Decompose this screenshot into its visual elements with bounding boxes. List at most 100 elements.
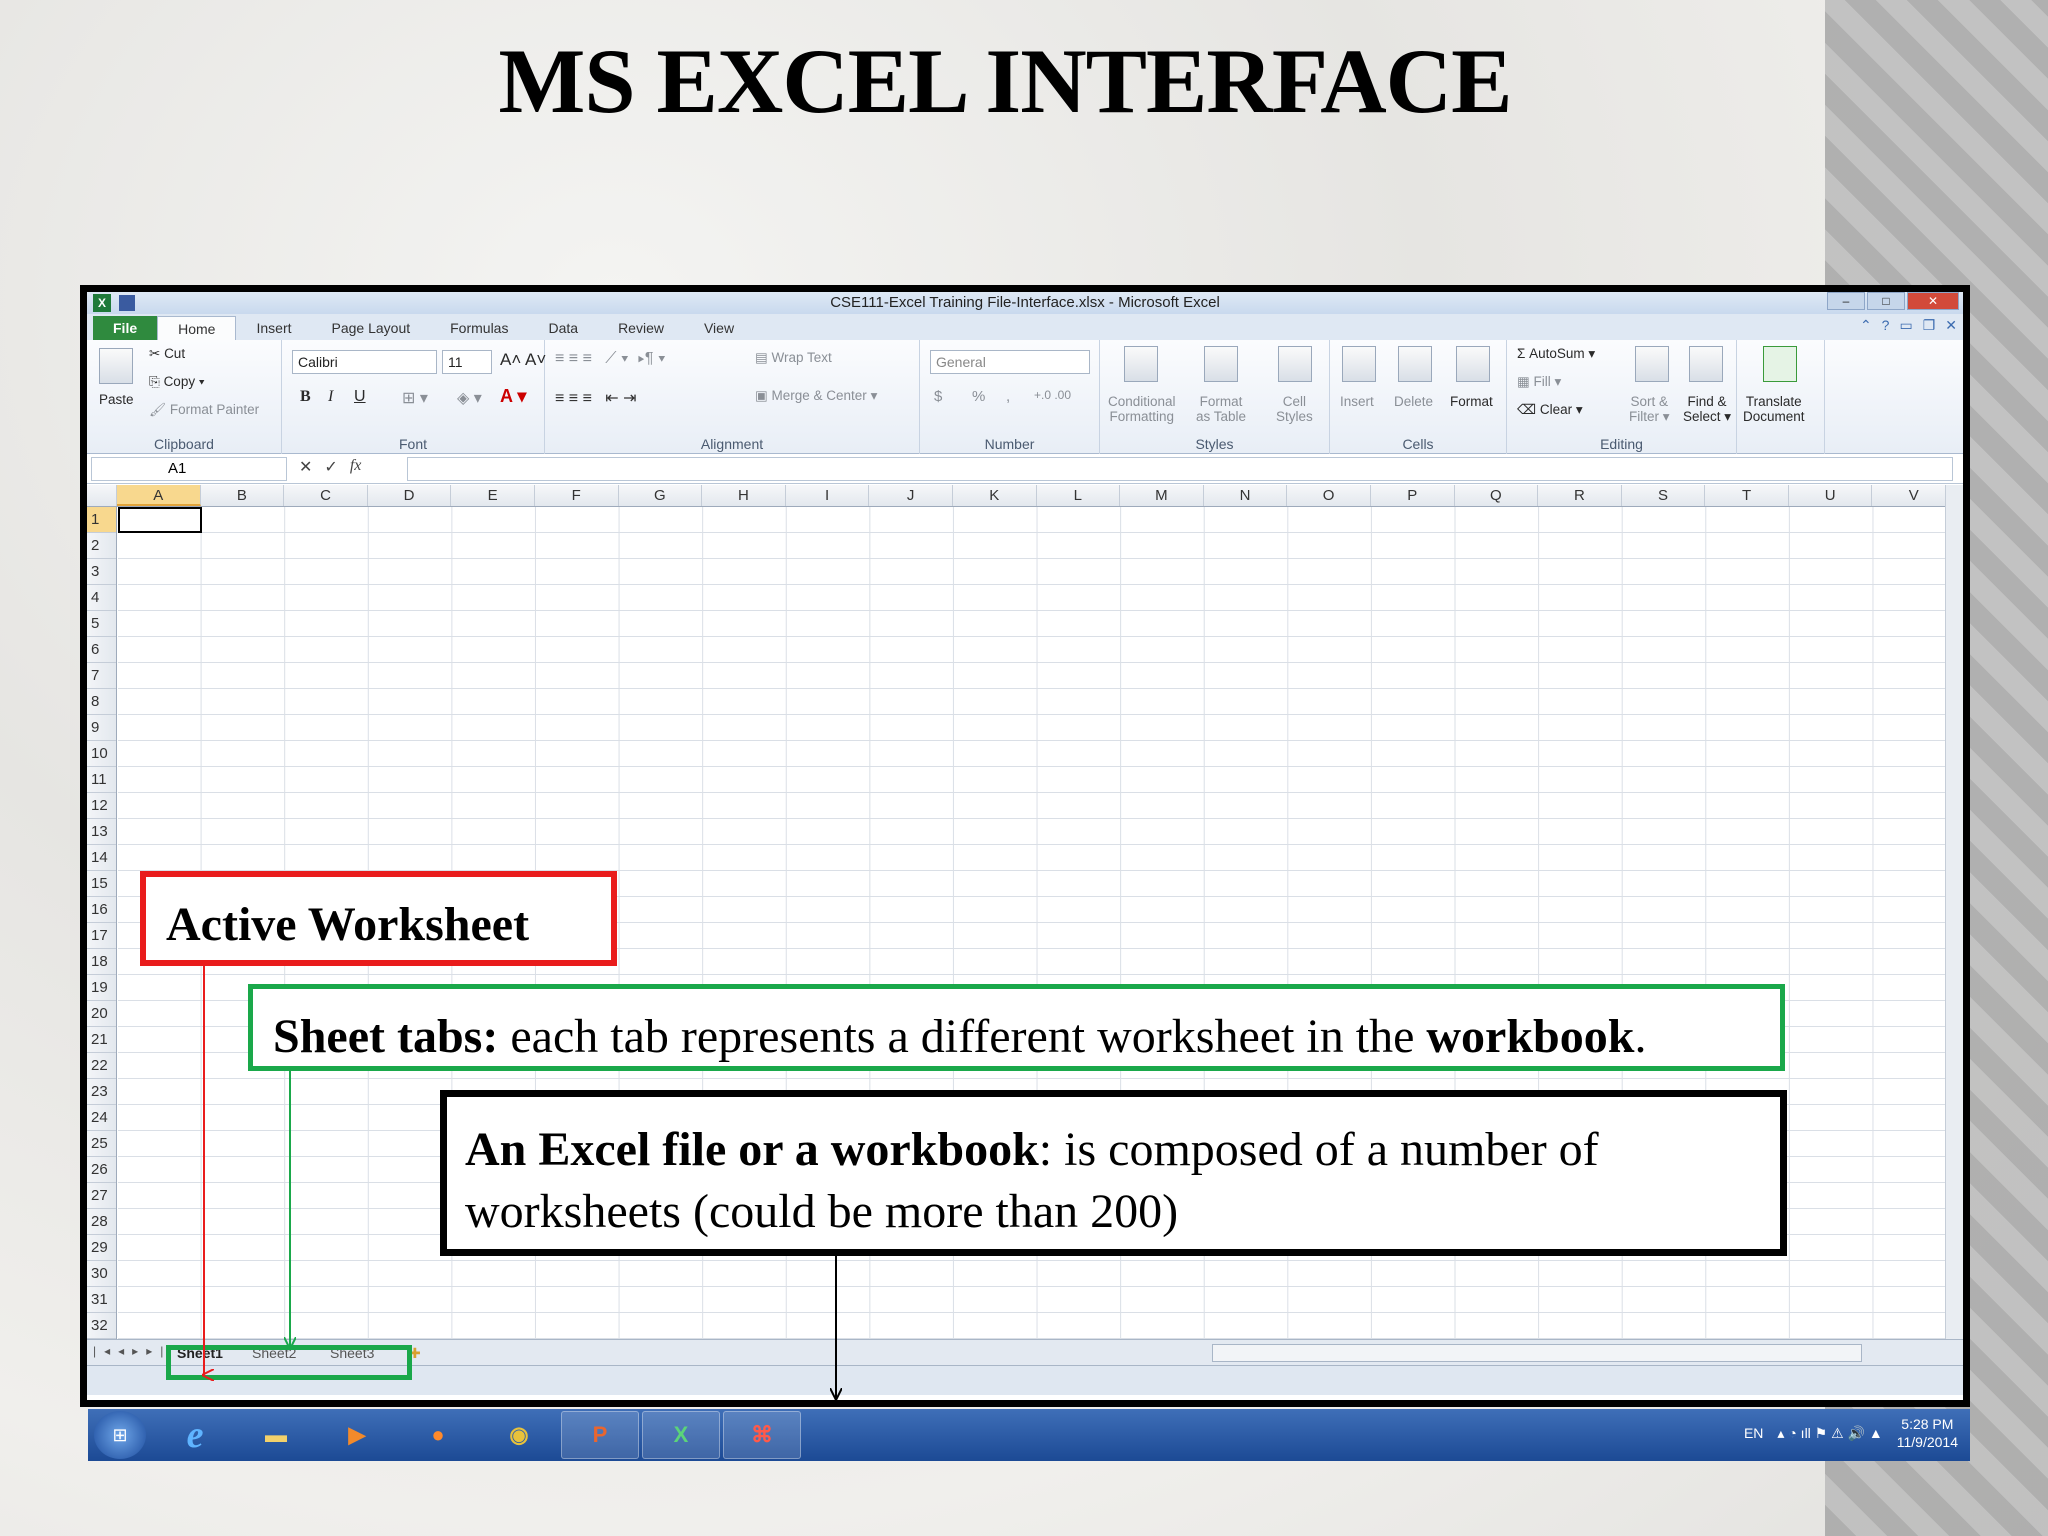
ribbon-collapse-icon[interactable]: ⌃ [1860, 317, 1872, 334]
row-header-11[interactable]: 11 [87, 767, 116, 793]
pdf-reader-icon[interactable]: ⌘ [723, 1411, 801, 1459]
column-header-c[interactable]: C [284, 485, 368, 506]
format-cells-button[interactable]: Format [1450, 394, 1493, 409]
tab-view[interactable]: View [684, 316, 754, 340]
workbook-close-icon[interactable]: ✕ [1945, 317, 1957, 334]
merge-center-button[interactable]: ▣ Merge & Center ▾ [755, 388, 877, 404]
find-select-icon[interactable] [1689, 346, 1723, 382]
column-header-n[interactable]: N [1204, 485, 1288, 506]
top-align-icons[interactable]: ≡ ≡ ≡ ⟋ ▾ ▸¶ ▾ [555, 350, 666, 368]
row-header-21[interactable]: 21 [87, 1027, 116, 1053]
vertical-scrollbar[interactable] [1945, 485, 1963, 1339]
firefox-icon[interactable]: ● [399, 1411, 477, 1459]
maximize-button[interactable]: □ [1867, 292, 1905, 310]
row-header-18[interactable]: 18 [87, 949, 116, 975]
tab-review[interactable]: Review [598, 316, 684, 340]
tab-insert[interactable]: Insert [236, 316, 311, 340]
translate-document-button[interactable]: Translate Document [1743, 394, 1805, 424]
row-header-9[interactable]: 9 [87, 715, 116, 741]
column-header-d[interactable]: D [368, 485, 452, 506]
row-header-5[interactable]: 5 [87, 611, 116, 637]
tab-formulas[interactable]: Formulas [430, 316, 528, 340]
media-player-icon[interactable]: ▶ [318, 1411, 396, 1459]
help-icon[interactable]: ? [1882, 317, 1890, 334]
sort-filter-icon[interactable] [1635, 346, 1669, 382]
number-format-select[interactable]: General [930, 350, 1090, 374]
column-header-u[interactable]: U [1789, 485, 1873, 506]
format-table-icon[interactable] [1204, 346, 1238, 382]
row-header-8[interactable]: 8 [87, 689, 116, 715]
column-header-j[interactable]: J [869, 485, 953, 506]
bold-button[interactable]: B [300, 388, 311, 406]
delete-cells-button[interactable]: Delete [1394, 394, 1433, 409]
column-header-r[interactable]: R [1538, 485, 1622, 506]
row-header-3[interactable]: 3 [87, 559, 116, 585]
row-header-25[interactable]: 25 [87, 1131, 116, 1157]
row-header-2[interactable]: 2 [87, 533, 116, 559]
column-header-l[interactable]: L [1037, 485, 1121, 506]
column-header-a[interactable]: A [117, 485, 201, 506]
row-header-32[interactable]: 32 [87, 1313, 116, 1339]
column-header-i[interactable]: I [786, 485, 870, 506]
row-header-26[interactable]: 26 [87, 1157, 116, 1183]
row-header-1[interactable]: 1 [87, 507, 116, 533]
currency-button[interactable]: $ [934, 388, 942, 405]
row-header-31[interactable]: 31 [87, 1287, 116, 1313]
workbook-minimize-icon[interactable]: ▭ [1899, 317, 1912, 334]
column-header-m[interactable]: M [1120, 485, 1204, 506]
active-cell[interactable] [118, 507, 202, 533]
row-header-27[interactable]: 27 [87, 1183, 116, 1209]
row-header-30[interactable]: 30 [87, 1261, 116, 1287]
row-header-28[interactable]: 28 [87, 1209, 116, 1235]
translate-icon[interactable] [1763, 346, 1797, 382]
column-header-b[interactable]: B [201, 485, 285, 506]
excel-taskbar-icon[interactable]: X [642, 1411, 720, 1459]
grow-font-icon[interactable]: A˄ A˅ [500, 350, 546, 370]
column-header-s[interactable]: S [1622, 485, 1706, 506]
wrap-text-button[interactable]: ▤ Wrap Text [755, 350, 832, 366]
horizontal-scrollbar[interactable] [1212, 1344, 1862, 1362]
name-box[interactable]: A1 [91, 457, 287, 481]
sort-filter-button[interactable]: Sort & Filter ▾ [1629, 394, 1670, 425]
save-icon[interactable] [119, 295, 135, 311]
autosum-button[interactable]: Σ AutoSum ▾ [1517, 346, 1595, 362]
percent-button[interactable]: % [972, 388, 985, 405]
row-header-12[interactable]: 12 [87, 793, 116, 819]
font-size-select[interactable]: 11 [442, 350, 492, 374]
cell-styles-icon[interactable] [1278, 346, 1312, 382]
row-header-22[interactable]: 22 [87, 1053, 116, 1079]
formula-input[interactable] [407, 457, 1953, 481]
insert-cells-button[interactable]: Insert [1340, 394, 1374, 409]
tab-home[interactable]: Home [157, 316, 237, 340]
column-header-e[interactable]: E [451, 485, 535, 506]
column-header-q[interactable]: Q [1455, 485, 1539, 506]
tray-icons[interactable]: ▴ ◔ ıll ⚑ ⚠ 🔊 ▲ [1777, 1425, 1882, 1442]
cancel-icon[interactable]: ✕ [299, 457, 312, 477]
delete-cells-icon[interactable] [1398, 346, 1432, 382]
paste-icon[interactable] [99, 348, 133, 384]
insert-function-icon[interactable]: fx [350, 457, 362, 477]
close-button[interactable]: ✕ [1907, 292, 1959, 310]
row-header-7[interactable]: 7 [87, 663, 116, 689]
internet-explorer-icon[interactable]: e [156, 1411, 234, 1459]
cut-button[interactable]: ✂ Cut [149, 346, 185, 362]
paste-label[interactable]: Paste [99, 392, 134, 407]
decimal-icons[interactable]: +.0 .00 [1034, 388, 1071, 402]
comma-button[interactable]: , [1006, 388, 1010, 405]
workbook-restore-icon[interactable]: ❐ [1923, 317, 1936, 334]
tab-file[interactable]: File [93, 316, 158, 340]
column-header-v[interactable]: V [1872, 485, 1957, 506]
sheet-nav-icons[interactable]: |◂◂▸▸| [93, 1344, 171, 1358]
tab-page-layout[interactable]: Page Layout [312, 316, 431, 340]
enter-icon[interactable]: ✓ [324, 457, 337, 477]
row-header-10[interactable]: 10 [87, 741, 116, 767]
select-all-corner[interactable] [87, 485, 117, 506]
language-indicator[interactable]: EN [1744, 1425, 1763, 1441]
row-header-17[interactable]: 17 [87, 923, 116, 949]
fill-button[interactable]: ▦ Fill ▾ [1517, 374, 1561, 390]
fill-color-icon[interactable]: ◈ ▾ [457, 388, 482, 408]
row-header-15[interactable]: 15 [87, 871, 116, 897]
row-header-4[interactable]: 4 [87, 585, 116, 611]
font-color-icon[interactable]: A ▾ [500, 386, 526, 407]
row-header-14[interactable]: 14 [87, 845, 116, 871]
